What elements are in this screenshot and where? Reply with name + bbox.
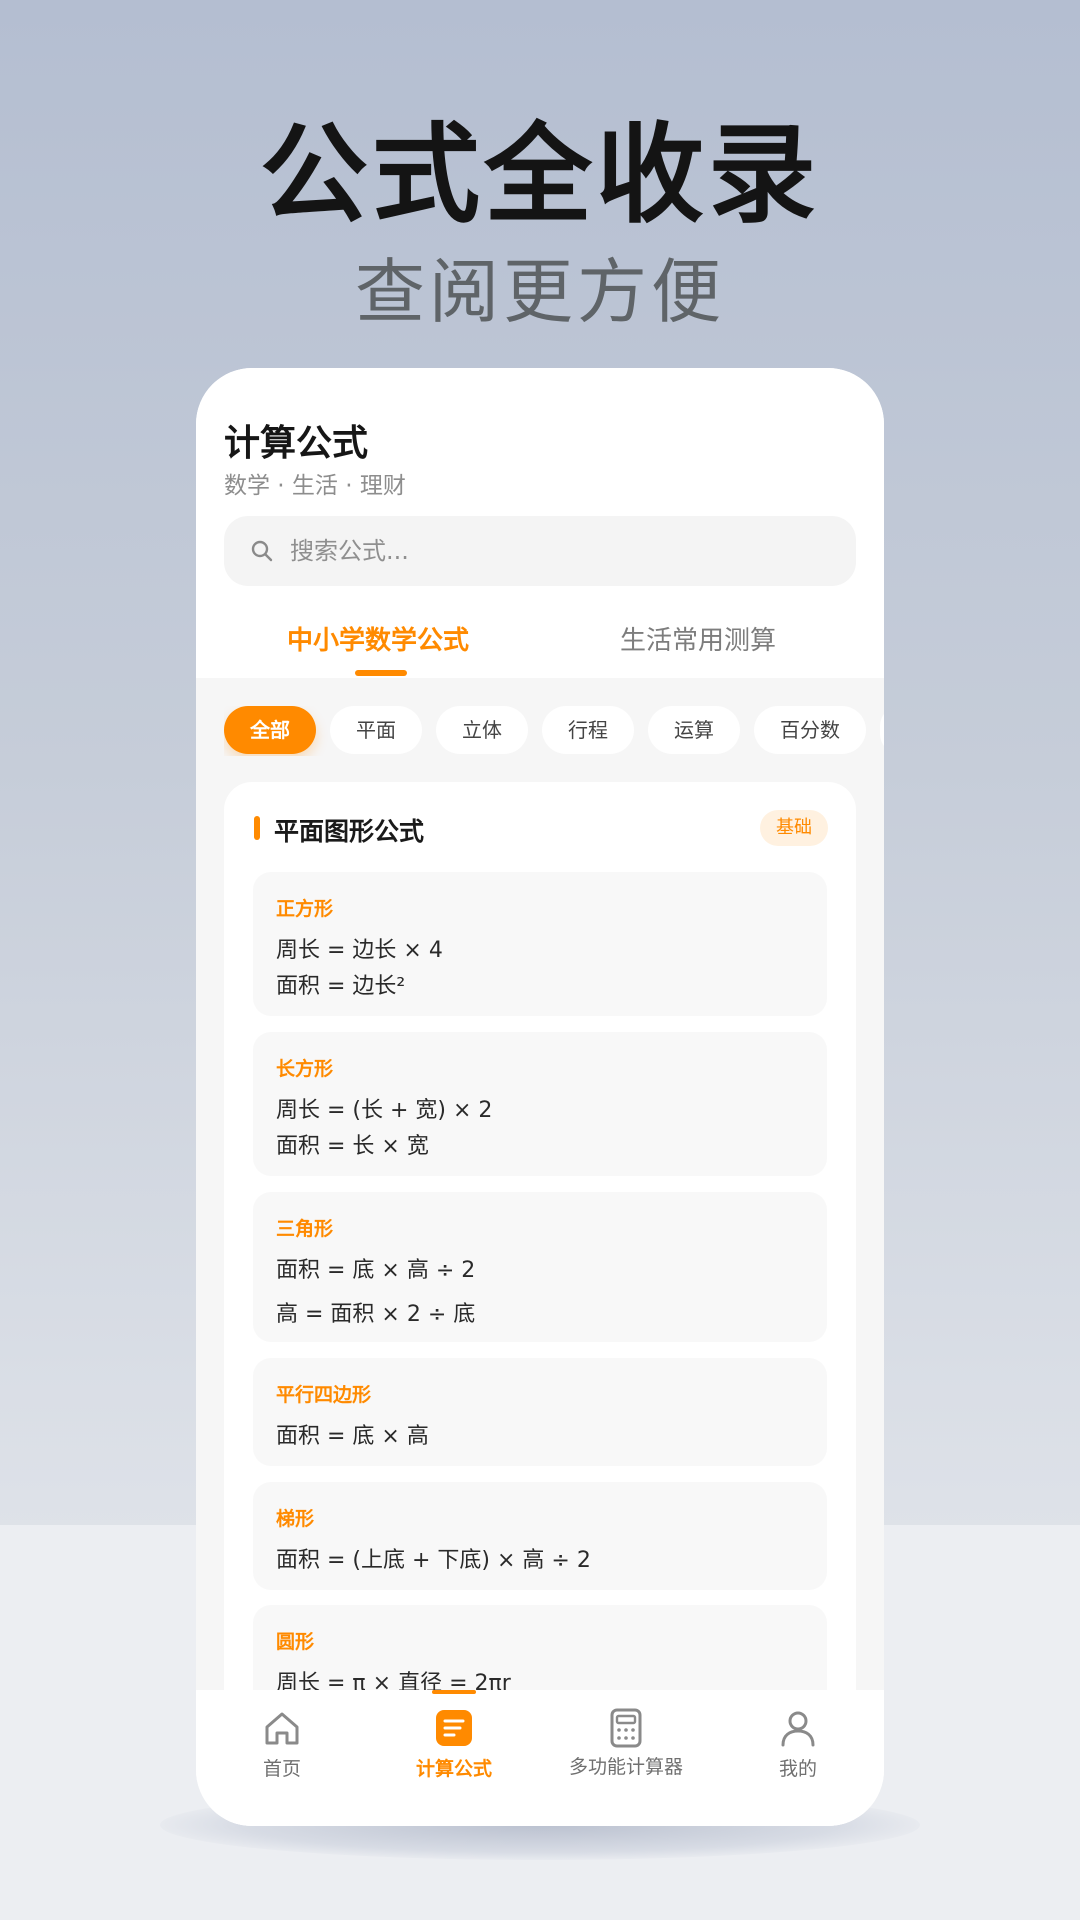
chip-more[interactable] (880, 706, 884, 754)
chip-percent[interactable]: 百分数 (754, 706, 866, 754)
formula-section-panel: 平面图形公式 基础 正方形 周长 = 边长 × 4 面积 = 边长² 长方形 周… (224, 782, 856, 1826)
tab-math-formulas[interactable]: 中小学数学公式 (228, 620, 528, 657)
formula-line: 周长 = 边长 × 4 (276, 938, 443, 963)
formula-card-triangle[interactable]: 三角形 面积 = 底 × 高 ÷ 2 高 = 面积 × 2 ÷ 底 (253, 1192, 827, 1342)
chip-travel[interactable]: 行程 (542, 706, 634, 754)
nav-item-calculator[interactable]: 多功能计算器 (540, 1690, 712, 1826)
formula-line: 面积 = 边长² (276, 974, 406, 999)
formula-line: 周长 = (长 + 宽) × 2 (276, 1098, 493, 1123)
nav-item-profile[interactable]: 我的 (712, 1690, 884, 1826)
page-title: 计算公式 (224, 423, 369, 464)
nav-label: 我的 (778, 1758, 817, 1780)
formula-line: 高 = 面积 × 2 ÷ 底 (276, 1302, 476, 1327)
section-accent-bar (254, 816, 260, 840)
section-title: 平面图形公式 (274, 817, 425, 846)
formula-card-square[interactable]: 正方形 周长 = 边长 × 4 面积 = 边长² (253, 872, 827, 1016)
calculator-icon (610, 1708, 642, 1748)
active-tab-indicator (355, 670, 407, 676)
chip-solid[interactable]: 立体 (436, 706, 528, 754)
chip-all[interactable]: 全部 (224, 706, 316, 754)
chip-operation[interactable]: 运算 (648, 706, 740, 754)
formula-name: 三角形 (276, 1218, 334, 1240)
nav-item-home[interactable]: 首页 (196, 1690, 368, 1826)
formula-card-trapezoid[interactable]: 梯形 面积 = (上底 + 下底) × 高 ÷ 2 (253, 1482, 827, 1590)
content-area: 全部 平面 立体 行程 运算 百分数 平面图形公式 基础 正方形 周长 = 边长 × 4 … (196, 678, 884, 1826)
formula-name: 正方形 (276, 898, 334, 920)
home-icon (265, 1712, 299, 1745)
formula-name: 梯形 (276, 1508, 315, 1530)
formula-card-parallelogram[interactable]: 平行四边形 面积 = 底 × 高 (253, 1358, 827, 1466)
tab-life-calculations[interactable]: 生活常用测算 (548, 620, 848, 657)
hero-title: 公式全收录 (259, 113, 820, 238)
page-subtitle: 数学 · 生活 · 理财 (224, 473, 406, 499)
formula-line: 面积 = 底 × 高 (276, 1424, 429, 1449)
nav-label: 首页 (262, 1758, 301, 1780)
level-badge: 基础 (760, 810, 828, 846)
phone-frame: 计算公式 数学 · 生活 · 理财 中小学数学公式 生活常用测算 全部平面立体行… (196, 368, 884, 1826)
formula-card-rectangle[interactable]: 长方形 周长 = (长 + 宽) × 2 面积 = 长 × 宽 (253, 1032, 827, 1176)
formula-doc-icon (436, 1710, 472, 1746)
hero-subtitle: 查阅更方便 (355, 251, 725, 333)
app-header: 计算公式 数学 · 生活 · 理财 中小学数学公式 生活常用测算 (196, 368, 884, 678)
search-bar[interactable] (224, 516, 856, 586)
search-input[interactable] (290, 537, 830, 565)
user-icon (781, 1711, 815, 1747)
nav-label: 多功能计算器 (568, 1756, 683, 1778)
nav-label: 计算公式 (415, 1758, 492, 1780)
formula-line: 面积 = 长 × 宽 (276, 1134, 429, 1159)
chip-plane[interactable]: 平面 (330, 706, 422, 754)
formula-name: 平行四边形 (276, 1384, 372, 1406)
category-chip-row[interactable]: 全部 平面 立体 行程 运算 百分数 (224, 706, 884, 756)
formula-name: 圆形 (276, 1631, 315, 1653)
formula-line: 面积 = 底 × 高 ÷ 2 (276, 1258, 476, 1283)
formula-line: 面积 = (上底 + 下底) × 高 ÷ 2 (276, 1548, 591, 1573)
bottom-navigation: 首页 计算公式 多功能计算器 我的 (196, 1690, 884, 1826)
search-icon (251, 540, 273, 562)
nav-item-formulas[interactable]: 计算公式 (368, 1690, 540, 1826)
formula-name: 长方形 (276, 1058, 334, 1080)
